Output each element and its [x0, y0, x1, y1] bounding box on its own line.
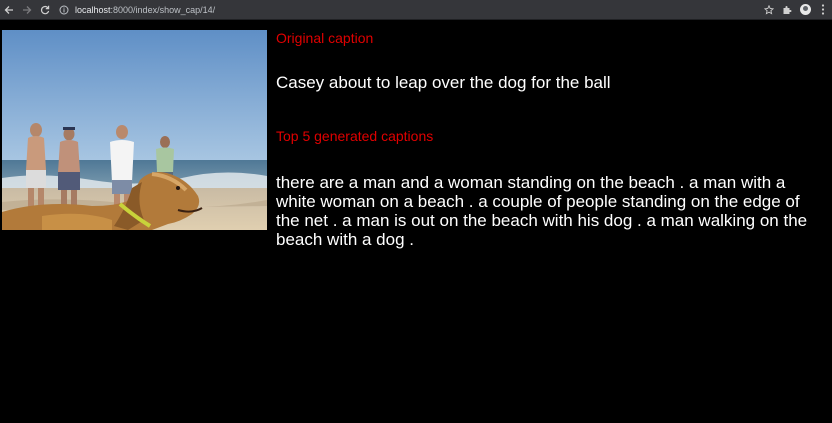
- browser-toolbar: localhost:8000/index/show_cap/14/: [0, 0, 832, 19]
- kebab-menu-icon[interactable]: [814, 0, 832, 19]
- generated-captions-heading: Top 5 generated captions: [276, 128, 434, 144]
- original-caption-text: Casey about to leap over the dog for the…: [276, 73, 611, 92]
- generated-captions-text: there are a man and a woman standing on …: [276, 173, 808, 249]
- caption-image: [2, 30, 267, 230]
- url-text[interactable]: localhost:8000/index/show_cap/14/: [75, 5, 215, 15]
- toolbar-divider: [0, 19, 832, 20]
- info-icon[interactable]: [58, 4, 70, 16]
- url-host: localhost: [75, 4, 111, 15]
- star-icon[interactable]: [760, 0, 778, 19]
- forward-arrow-icon[interactable]: [18, 0, 36, 19]
- profile-avatar-icon[interactable]: [796, 0, 814, 19]
- extensions-puzzle-icon[interactable]: [778, 0, 796, 19]
- original-caption-heading: Original caption: [276, 30, 374, 46]
- url-path: :8000/index/show_cap/14/: [110, 4, 216, 15]
- address-bar[interactable]: localhost:8000/index/show_cap/14/: [52, 2, 790, 17]
- back-arrow-icon[interactable]: [0, 0, 18, 19]
